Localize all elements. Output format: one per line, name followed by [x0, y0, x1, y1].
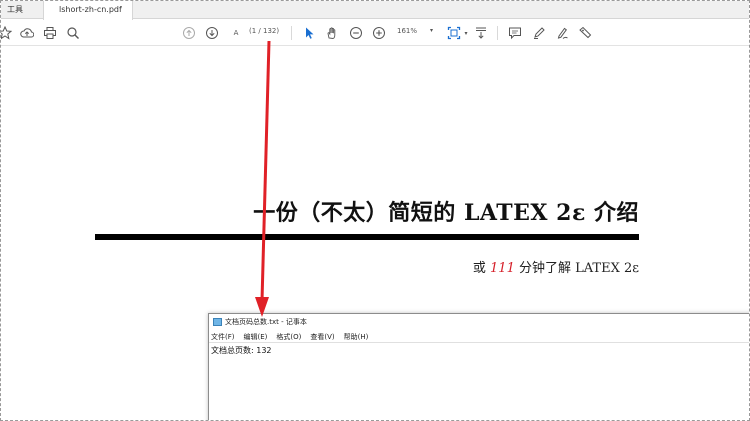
tab-tools[interactable]: 工具	[7, 1, 23, 19]
chevron-down-icon: ▾	[429, 27, 433, 34]
menu-file[interactable]: 文件(F)	[211, 331, 235, 342]
toolbar-divider	[291, 26, 292, 40]
print-icon[interactable]	[42, 25, 58, 41]
subtitle-suffix: 分钟了解 LATEX 2ε	[514, 261, 639, 276]
menu-format[interactable]: 格式(O)	[276, 331, 301, 342]
menu-view[interactable]: 查看(V)	[310, 331, 334, 342]
fill-sign-icon[interactable]	[577, 25, 593, 41]
search-icon[interactable]	[65, 25, 81, 41]
notepad-text-content[interactable]: 文档总页数: 132	[211, 345, 272, 356]
zoom-in-icon[interactable]	[371, 25, 387, 41]
zoom-out-icon[interactable]	[348, 25, 364, 41]
pdf-toolbar: A (1 / 132) 161% ▾ ▾	[1, 20, 749, 46]
notepad-window[interactable]: 文档页码总数.txt - 记事本 文件(F) 编辑(E) 格式(O) 查看(V)…	[208, 313, 749, 420]
notepad-menubar: 文件(F) 编辑(E) 格式(O) 查看(V) 帮助(H)	[209, 331, 749, 343]
previous-page-icon[interactable]	[181, 25, 197, 41]
hand-tool-icon[interactable]	[324, 25, 340, 41]
tab-strip: 工具 lshort-zh-cn.pdf	[1, 1, 749, 20]
scroll-mode-icon[interactable]	[473, 25, 489, 41]
zoom-value: 161%	[397, 27, 418, 35]
subtitle-prefix: 或	[472, 261, 491, 276]
toolbar-divider	[497, 26, 498, 40]
menu-help[interactable]: 帮助(H)	[344, 331, 369, 342]
tab-document[interactable]: lshort-zh-cn.pdf	[43, 1, 133, 20]
star-icon[interactable]	[1, 25, 12, 41]
page-indicator: (1 / 132)	[249, 27, 280, 35]
comment-icon[interactable]	[507, 25, 523, 41]
select-cursor-icon[interactable]	[301, 25, 317, 41]
subtitle-number: 111	[490, 261, 515, 276]
next-page-icon[interactable]	[204, 25, 220, 41]
document-title: 一份（不太）简短的 LATEX 2ε 介绍	[253, 200, 639, 226]
menu-edit[interactable]: 编辑(E)	[244, 331, 268, 342]
page-number-input[interactable]: A	[231, 25, 241, 41]
notepad-title: 文档页码总数.txt - 记事本	[225, 318, 307, 326]
sign-pen-icon[interactable]	[554, 25, 570, 41]
document-subtitle: 或 111 分钟了解 LATEX 2ε	[473, 257, 639, 276]
zoom-select[interactable]: 161% ▾	[397, 27, 433, 35]
fit-page-icon[interactable]	[445, 25, 463, 41]
highlighter-icon[interactable]	[531, 25, 547, 41]
screenshot-frame: 工具 lshort-zh-cn.pdf A (1 / 132) 161% ▾ ▾…	[0, 0, 750, 421]
title-rule	[95, 234, 639, 240]
cloud-upload-icon[interactable]	[19, 25, 35, 41]
chevron-down-icon[interactable]: ▾	[463, 25, 469, 41]
